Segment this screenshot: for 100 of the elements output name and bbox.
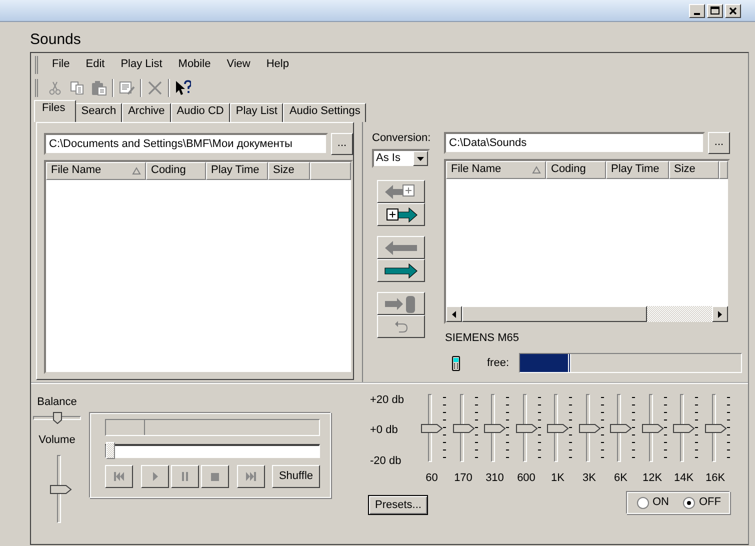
menu-item[interactable]: Edit <box>78 56 113 74</box>
scale-label: +0 db <box>370 424 399 438</box>
scroll-left-button[interactable] <box>446 306 462 322</box>
maximize-button[interactable] <box>707 4 723 18</box>
band-label: 3K <box>582 472 596 486</box>
horizontal-scrollbar[interactable] <box>446 306 728 322</box>
position-slider[interactable] <box>105 444 320 458</box>
paste-icon <box>91 80 107 96</box>
minimize-icon <box>694 12 700 14</box>
stop-icon <box>210 472 220 481</box>
close-icon <box>728 6 738 16</box>
next-icon <box>246 472 256 481</box>
path-field[interactable]: C:\Data\Sounds <box>444 132 705 154</box>
tab[interactable]: Play List <box>230 103 284 122</box>
column-header[interactable]: File Name <box>446 161 546 179</box>
volume-slider[interactable] <box>50 455 72 524</box>
file-list[interactable]: File Name Coding Play Time Size <box>44 160 353 374</box>
radio-option[interactable]: ON <box>636 496 669 510</box>
previous-icon <box>114 472 124 481</box>
slider-thumb[interactable] <box>421 424 444 432</box>
slider-thumb[interactable] <box>516 424 538 432</box>
app-title: Sounds <box>30 31 81 49</box>
equalizer-slider[interactable] <box>547 394 570 462</box>
equalizer-slider[interactable] <box>484 394 506 462</box>
menu-item[interactable]: File <box>44 56 78 74</box>
band-label: 60 <box>426 472 438 486</box>
column-header[interactable]: Size <box>268 162 310 180</box>
close-button[interactable] <box>725 4 741 18</box>
balance-slider[interactable] <box>33 412 81 424</box>
radio-icon <box>683 496 695 509</box>
scale-label: +20 db <box>370 394 405 408</box>
copy-icon <box>69 80 85 96</box>
cut-icon <box>47 80 63 96</box>
column-label: Coding <box>151 164 186 178</box>
column-label: File Name <box>451 163 502 177</box>
radio-option[interactable]: OFF <box>683 496 721 510</box>
browse-button[interactable]: ... <box>708 132 730 154</box>
menu-item[interactable]: Play List <box>112 56 170 74</box>
free-label: free: <box>487 356 510 370</box>
column-header[interactable]: Size <box>669 161 719 179</box>
path-field[interactable]: C:\Documents and Settings\BMF\Мои документы <box>44 133 328 155</box>
phone-icon <box>452 356 460 371</box>
file-list[interactable]: File Name Coding Play Time Size <box>444 159 730 324</box>
slider-thumb[interactable] <box>704 424 727 432</box>
tab[interactable]: Archive <box>122 103 171 122</box>
slider-thumb[interactable] <box>50 484 72 494</box>
maximize-icon <box>710 6 720 16</box>
dropdown-arrow-icon <box>417 156 424 161</box>
equalizer-slider[interactable] <box>516 394 538 462</box>
conversion-label: Conversion: <box>372 132 432 146</box>
slider-thumb[interactable] <box>673 424 696 432</box>
equalizer-slider[interactable] <box>704 394 727 462</box>
empty-column-header <box>719 161 728 179</box>
tab[interactable]: Audio Settings <box>283 103 366 122</box>
tab[interactable]: Files <box>34 100 76 122</box>
column-label: File Name <box>51 164 102 178</box>
browse-button[interactable]: ... <box>331 133 353 155</box>
column-label: Play Time <box>611 163 660 177</box>
band-label: 12K <box>642 472 662 486</box>
right-arrow-button[interactable] <box>377 259 425 282</box>
column-header[interactable]: Play Time <box>206 162 268 180</box>
band-label: 14K <box>674 472 694 486</box>
tab[interactable]: Audio CD <box>170 103 230 122</box>
column-label: Play Time <box>211 164 260 178</box>
volume-label: Volume <box>38 434 76 448</box>
band-label: 170 <box>454 472 472 486</box>
scroll-thumb[interactable] <box>462 306 647 322</box>
slider-thumb[interactable] <box>452 424 475 432</box>
tab[interactable]: Search <box>75 103 122 122</box>
conversion-dropdown[interactable]: As Is <box>372 149 430 168</box>
column-header[interactable]: Coding <box>146 162 206 180</box>
shuffle-button[interactable]: Shuffle <box>272 465 320 488</box>
menu-item[interactable]: Help <box>258 56 297 74</box>
menu-item[interactable]: View <box>218 56 258 74</box>
presets-button[interactable]: Presets... <box>368 495 428 516</box>
slider-thumb[interactable] <box>484 424 506 432</box>
slider-thumb[interactable] <box>610 424 632 432</box>
equalizer-slider[interactable] <box>421 394 444 462</box>
menu-item[interactable]: Mobile <box>170 56 219 74</box>
left-arrow-icon <box>383 238 419 257</box>
slider-thumb[interactable] <box>547 424 570 432</box>
equalizer-slider[interactable] <box>642 394 664 462</box>
equalizer-slider[interactable] <box>578 394 601 462</box>
column-header[interactable]: Play Time <box>606 161 669 179</box>
column-header[interactable]: File Name <box>46 162 146 180</box>
pause-icon <box>180 472 190 481</box>
column-label: Size <box>674 163 696 177</box>
slider-thumb[interactable] <box>52 412 62 424</box>
equalizer-slider[interactable] <box>610 394 632 462</box>
delete-icon <box>147 80 163 96</box>
slider-thumb[interactable] <box>578 424 601 432</box>
equalizer-slider[interactable] <box>452 394 475 462</box>
band-label: 600 <box>517 472 536 486</box>
equalizer-slider[interactable] <box>673 394 696 462</box>
add-right-button[interactable] <box>377 203 425 226</box>
slider-thumb[interactable] <box>642 424 664 432</box>
minimize-button[interactable] <box>689 4 705 18</box>
scroll-right-button[interactable] <box>712 306 728 322</box>
left-arrow-icon <box>452 310 456 318</box>
column-header[interactable]: Coding <box>546 161 606 179</box>
